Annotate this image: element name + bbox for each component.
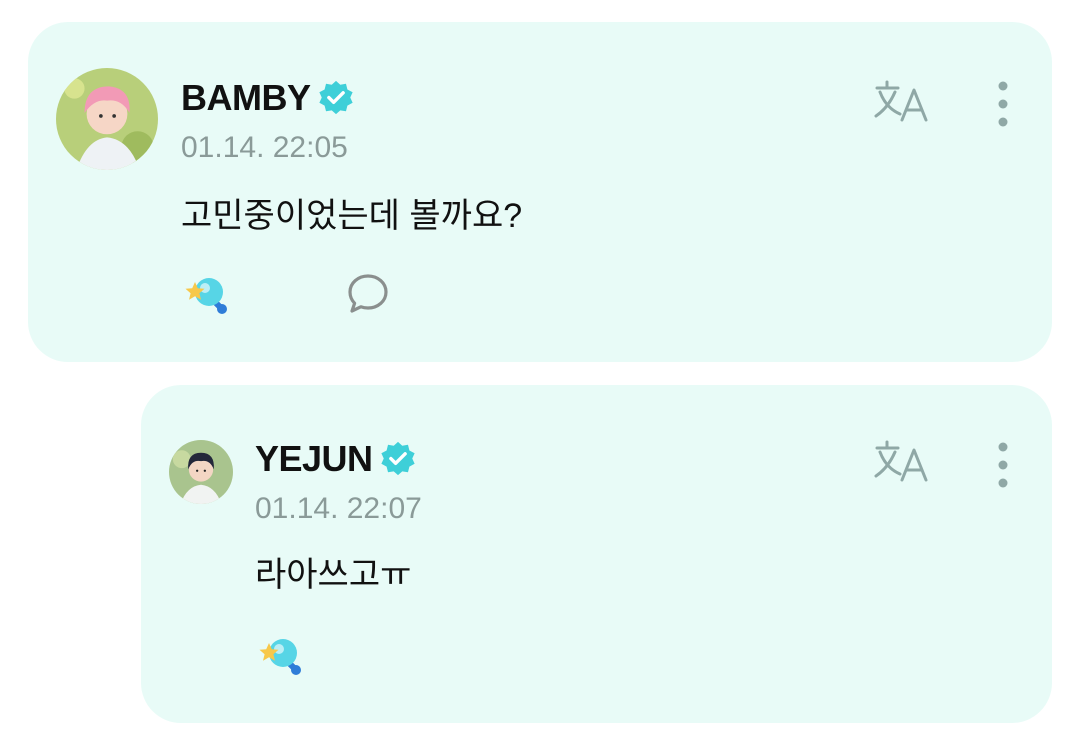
post-timestamp: 01.14. 22:07 [255,492,422,525]
translate-icon[interactable] [874,438,932,486]
post-timestamp: 01.14. 22:05 [181,131,348,164]
post-card[interactable]: BAMBY 01.14. 22:05 고민중이었는데 볼까요? [28,22,1052,362]
author-name[interactable]: BAMBY [181,76,311,120]
cheer-lightstick-icon[interactable] [181,268,233,320]
verified-badge-icon [380,441,415,476]
post-content: 라아쓰고ㅠ [255,556,412,594]
post-content: 고민중이었는데 볼까요? [181,197,523,235]
cheer-lightstick-icon[interactable] [255,629,307,681]
author-name[interactable]: YEJUN [255,437,373,481]
translate-icon[interactable] [874,78,932,126]
verified-badge-icon [318,80,353,115]
post-actions [255,629,419,681]
avatar[interactable] [56,68,158,170]
more-options-icon[interactable] [991,439,1015,491]
reply-card[interactable]: YEJUN 01.14. 22:07 라아쓰고ㅠ [141,385,1052,723]
avatar[interactable] [169,440,233,504]
more-options-icon[interactable] [991,78,1015,130]
comment-icon[interactable] [345,271,391,317]
post-actions [181,268,503,320]
